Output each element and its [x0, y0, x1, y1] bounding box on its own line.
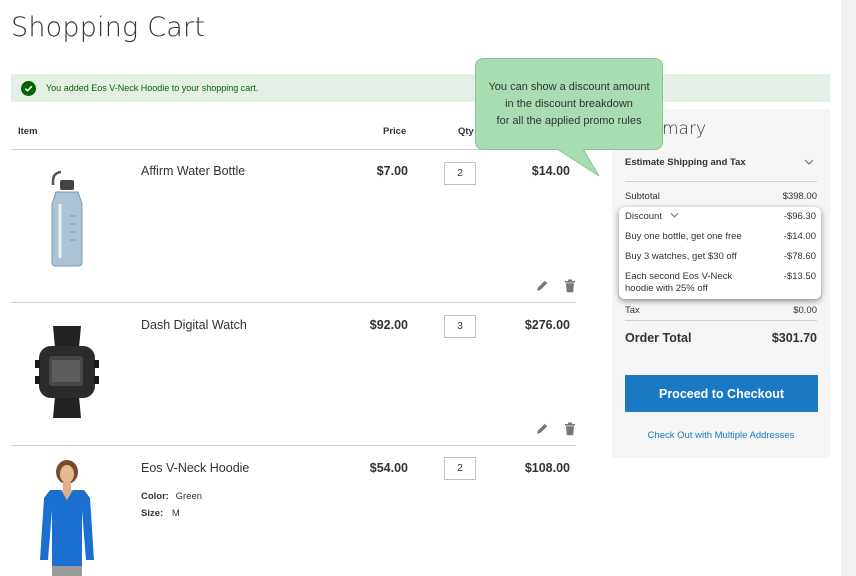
discount-rule-row: Buy one bottle, get one free -$14.00	[625, 231, 816, 242]
pencil-icon[interactable]	[535, 422, 549, 436]
pencil-icon[interactable]	[535, 279, 549, 293]
item-subtotal: $276.00	[524, 318, 570, 332]
trash-icon[interactable]	[563, 279, 577, 293]
page-title: Shopping Cart	[11, 12, 206, 43]
column-header-price: Price	[383, 126, 407, 137]
discount-rule-label: Buy 3 watches, get $30 off	[625, 251, 737, 262]
product-image-water-bottle[interactable]	[20, 162, 114, 274]
item-name-link[interactable]: Affirm Water Bottle	[141, 164, 245, 178]
tooltip-line: for all the applied promo rules	[496, 115, 642, 127]
discount-rule-value: -$13.50	[783, 271, 816, 282]
discount-rule-label: Buy one bottle, get one free	[625, 231, 742, 242]
discount-toggle[interactable]: Discount	[625, 211, 679, 222]
promo-tooltip: You can show a discount amount in the di…	[475, 58, 663, 150]
order-total-label: Order Total	[625, 331, 692, 345]
item-price: $92.00	[369, 318, 408, 332]
item-subtotal: $108.00	[524, 461, 570, 475]
discount-breakdown: Discount -$96.30 Buy one bottle, get one…	[619, 207, 821, 299]
success-message: You added Eos V-Neck Hoodie to your shop…	[11, 74, 830, 102]
option-label: Size:	[141, 508, 164, 519]
estimate-shipping-toggle[interactable]: Estimate Shipping and Tax	[625, 157, 746, 168]
item-option-size: Size: M	[141, 508, 180, 519]
multiple-addresses-link[interactable]: Check Out with Multiple Addresses	[612, 430, 830, 441]
summary-title: mary	[662, 119, 707, 139]
row-divider	[11, 445, 576, 446]
discount-rule-row: Each second Eos V-Neck hoodie with 25% o…	[625, 271, 816, 295]
discount-value: -$96.30	[783, 211, 816, 222]
item-price: $54.00	[369, 461, 408, 475]
product-image-hoodie[interactable]	[20, 458, 114, 576]
order-total-value: $301.70	[771, 331, 817, 345]
success-message-text: You added Eos V-Neck Hoodie to your shop…	[46, 83, 259, 93]
option-value: M	[171, 508, 180, 519]
item-name-link[interactable]: Dash Digital Watch	[141, 318, 247, 332]
discount-total-row[interactable]: Discount -$96.30	[625, 211, 816, 222]
row-divider	[11, 302, 576, 303]
order-total-row: Order Total $301.70	[625, 331, 817, 345]
tooltip-line: You can show a discount amount	[488, 81, 650, 93]
qty-input[interactable]: 2	[444, 457, 476, 480]
product-image-digital-watch[interactable]	[20, 316, 114, 428]
summary-tax-row: Tax $0.00	[625, 305, 817, 316]
tooltip-line: in the discount breakdown	[505, 98, 633, 110]
option-label: Color:	[141, 491, 169, 502]
item-price: $7.00	[376, 164, 408, 178]
summary-subtotal-row: Subtotal $398.00	[625, 191, 817, 202]
option-value: Green	[175, 491, 203, 502]
summary-divider	[625, 181, 817, 182]
trash-icon[interactable]	[563, 422, 577, 436]
tax-label: Tax	[625, 305, 640, 316]
chevron-down-icon[interactable]	[804, 157, 814, 167]
discount-rule-label: Each second Eos V-Neck hoodie with 25% o…	[625, 271, 733, 294]
chevron-down-icon[interactable]	[670, 211, 679, 219]
item-name-link[interactable]: Eos V-Neck Hoodie	[141, 461, 249, 475]
discount-rule-value: -$78.60	[783, 251, 816, 262]
check-circle-icon	[21, 80, 36, 96]
summary-divider	[625, 320, 817, 321]
tooltip-pointer	[555, 148, 600, 177]
discount-rule-row: Buy 3 watches, get $30 off -$78.60	[625, 251, 816, 262]
item-option-color: Color: Green	[141, 491, 202, 502]
qty-input[interactable]: 3	[444, 315, 476, 338]
column-header-item: Item	[18, 126, 38, 137]
column-header-qty: Qty	[458, 126, 474, 137]
discount-label: Discount	[625, 211, 662, 222]
qty-input[interactable]: 2	[444, 162, 476, 185]
page-scroll-strip	[841, 0, 856, 576]
proceed-to-checkout-button[interactable]: Proceed to Checkout	[625, 375, 818, 412]
subtotal-value: $398.00	[782, 191, 817, 202]
tax-value: $0.00	[793, 305, 817, 316]
discount-rule-value: -$14.00	[783, 231, 816, 242]
subtotal-label: Subtotal	[625, 191, 660, 202]
